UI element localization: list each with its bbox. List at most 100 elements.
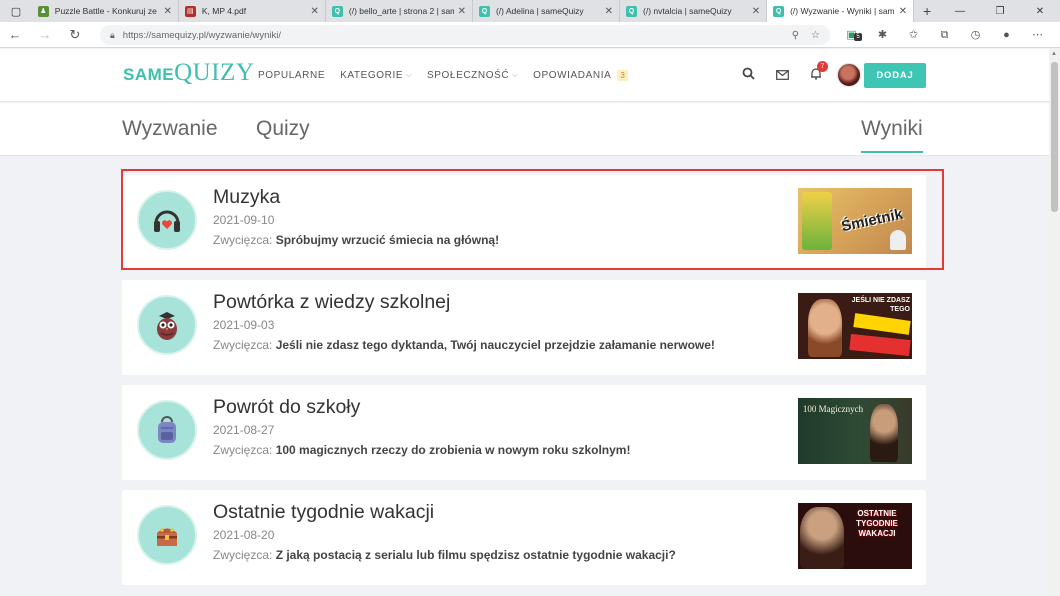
browser-tab[interactable]: Q (/) Adelina | sameQuizy ✕	[473, 0, 621, 22]
winner-label: Zwycięzca:	[213, 338, 273, 352]
card-title[interactable]: Powrót do szkoły	[213, 396, 360, 419]
close-tab-icon[interactable]: ✕	[311, 6, 319, 17]
result-card[interactable]: Powrót do szkoły 2021-08-27 Zwycięzca: 1…	[122, 385, 926, 480]
treasure-chest-icon	[137, 505, 197, 565]
tab-title: (/) Wyzwanie - Wyniki | sam	[790, 6, 895, 16]
maximize-icon[interactable]: ❐	[980, 0, 1020, 22]
scrollbar-thumb[interactable]	[1051, 62, 1058, 212]
samequizy-favicon-icon: Q	[331, 5, 343, 17]
browser-tab[interactable]: ♟ Puzzle Battle - Konkuruj ze ✕	[32, 0, 179, 22]
nav-label: OPOWIADANIA	[533, 70, 612, 81]
zoom-icon[interactable]: ⚲	[792, 30, 799, 41]
add-button[interactable]: DODAJ	[864, 63, 926, 88]
close-window-icon[interactable]: ✕	[1020, 0, 1060, 22]
browser-tab[interactable]: ▤ K, MP 4.pdf ✕	[179, 0, 326, 22]
opowiadania-badge: 3	[617, 70, 629, 81]
card-winner: Zwycięzca: Z jaką postacią z serialu lub…	[213, 548, 676, 562]
thumbnail-text: 100 Magicznych	[802, 404, 864, 414]
samequizy-logo[interactable]: sameQuizy	[123, 59, 254, 87]
tab-wyniki[interactable]: Wyniki	[861, 117, 923, 153]
close-tab-icon[interactable]: ✕	[458, 6, 466, 17]
browser-tab-active[interactable]: Q (/) Wyzwanie - Wyniki | sam ✕	[767, 0, 915, 22]
quiz-thumbnail[interactable]: 100 Magicznych	[798, 398, 912, 464]
winner-quiz-link[interactable]: Jeśli nie zdasz tego dyktanda, Twój nauc…	[276, 338, 715, 352]
card-title[interactable]: Ostatnie tygodnie wakacji	[213, 501, 434, 524]
chevron-down-icon: ⌵	[512, 71, 519, 79]
samequizy-favicon-icon: Q	[478, 5, 490, 17]
address-bar[interactable]: 🔒︎ https://samequizy.pl/wyzwanie/wyniki/…	[100, 25, 830, 45]
nav-item-popularne[interactable]: POPULARNE	[258, 70, 325, 81]
quiz-thumbnail[interactable]: JEŚLI NIE ZDASZ TEGO	[798, 293, 912, 359]
puzzle-extension-icon[interactable]: ✱	[867, 26, 898, 44]
nav-item-kategorie[interactable]: KATEGORIE ⌵	[340, 70, 412, 81]
favorite-star-icon[interactable]: ☆	[811, 30, 820, 41]
card-date: 2021-08-27	[213, 423, 275, 437]
profile-icon[interactable]: ●	[991, 26, 1022, 44]
browser-toolbar: ← → ↻ 🔒︎ https://samequizy.pl/wyzwanie/w…	[0, 22, 1060, 48]
menu-dots-icon[interactable]: ⋯	[1022, 26, 1053, 44]
close-tab-icon[interactable]: ✕	[605, 6, 613, 17]
card-winner: Zwycięzca: 100 magicznych rzeczy do zrob…	[213, 443, 630, 457]
scroll-up-icon[interactable]: ▲	[1051, 51, 1057, 57]
samequizy-favicon-icon: Q	[626, 5, 638, 17]
pdf-favicon-icon: ▤	[184, 5, 196, 17]
mail-icon[interactable]	[765, 62, 799, 88]
tab-title: (/) nvtalcia | sameQuizy	[643, 6, 732, 16]
nav-item-opowiadania[interactable]: OPOWIADANIA 3	[533, 70, 629, 81]
puzzle-favicon-icon: ♟	[37, 5, 49, 17]
back-icon[interactable]: ←	[0, 27, 30, 42]
forward-icon[interactable]: →	[30, 27, 60, 42]
notification-badge: 7	[817, 61, 828, 72]
subnav: Wyzwanie Quizy Wyniki	[0, 103, 1049, 156]
close-tab-icon[interactable]: ✕	[163, 6, 171, 17]
samequizy-favicon-icon: Q	[773, 5, 785, 17]
tab-title: (/) bello_arte | strona 2 | sam	[348, 6, 454, 16]
new-tab-icon[interactable]: +	[914, 0, 940, 22]
backpack-icon	[137, 400, 197, 460]
favorites-icon[interactable]: ✩	[898, 26, 929, 44]
card-date: 2021-09-03	[213, 318, 275, 332]
extension-icon[interactable]: ▣ 5	[836, 26, 867, 44]
bell-icon[interactable]: 7	[799, 61, 833, 88]
winner-quiz-link[interactable]: Z jaką postacią z serialu lub filmu spęd…	[276, 548, 676, 562]
result-card[interactable]: Ostatnie tygodnie wakacji 2021-08-20 Zwy…	[122, 490, 926, 585]
collections-icon[interactable]: ⧉	[929, 26, 960, 44]
site-header: sameQuizy POPULARNE KATEGORIE ⌵ SPOŁECZNO…	[0, 49, 1049, 102]
header-icons: 7	[731, 61, 861, 88]
minimize-icon[interactable]: —	[940, 0, 980, 22]
thumbnail-text: JEŚLI NIE ZDASZ TEGO	[851, 297, 910, 313]
selection-highlight	[121, 169, 944, 270]
nav-label: KATEGORIE	[340, 70, 404, 81]
tab-quizy[interactable]: Quizy	[256, 117, 310, 141]
winner-label: Zwycięzca:	[213, 548, 273, 562]
lock-icon[interactable]: 🔒︎	[110, 30, 115, 41]
browser-tab[interactable]: Q (/) nvtalcia | sameQuizy ✕	[620, 0, 768, 22]
thumbnail-text: OSTATNIE TYGODNIE WAKACJI	[856, 509, 898, 538]
card-title[interactable]: Powtórka z wiedzy szkolnej	[213, 291, 450, 314]
main-nav: POPULARNE KATEGORIE ⌵ SPOŁECZNOŚĆ ⌵ OPOWIA…	[258, 70, 629, 81]
page-scrollbar[interactable]: ▲	[1049, 48, 1060, 596]
nav-label: SPOŁECZNOŚĆ	[427, 70, 510, 81]
reload-icon[interactable]: ↻	[60, 27, 90, 43]
search-icon[interactable]	[731, 62, 765, 88]
close-tab-icon[interactable]: ✕	[899, 6, 907, 17]
nav-item-spolecznosc[interactable]: SPOŁECZNOŚĆ ⌵	[427, 70, 518, 81]
history-icon[interactable]: ◷	[960, 26, 991, 44]
winner-quiz-link[interactable]: 100 magicznych rzeczy do zrobienia w now…	[276, 443, 631, 457]
tab-title: Puzzle Battle - Konkuruj ze	[54, 6, 157, 16]
chevron-down-icon: ⌵	[406, 71, 413, 79]
nav-label: POPULARNE	[258, 70, 326, 81]
quiz-thumbnail[interactable]: OSTATNIE TYGODNIE WAKACJI	[798, 503, 912, 569]
close-tab-icon[interactable]: ✕	[752, 6, 760, 17]
browser-tab-strip: ▢ ♟ Puzzle Battle - Konkuruj ze ✕ ▤ K, M…	[0, 0, 1060, 22]
browser-tab[interactable]: Q (/) bello_arte | strona 2 | sam ✕	[326, 0, 473, 22]
tab-actions-icon[interactable]: ▢	[0, 0, 32, 22]
tab-title: K, MP 4.pdf	[201, 6, 247, 16]
winner-label: Zwycięzca:	[213, 443, 273, 457]
user-avatar[interactable]	[837, 63, 861, 87]
owl-icon	[137, 295, 197, 355]
result-card[interactable]: Powtórka z wiedzy szkolnej 2021-09-03 Zw…	[122, 280, 926, 375]
url-text: https://samequizy.pl/wyzwanie/wyniki/	[122, 29, 282, 41]
card-date: 2021-08-20	[213, 528, 275, 542]
tab-wyzwanie[interactable]: Wyzwanie	[122, 117, 218, 141]
